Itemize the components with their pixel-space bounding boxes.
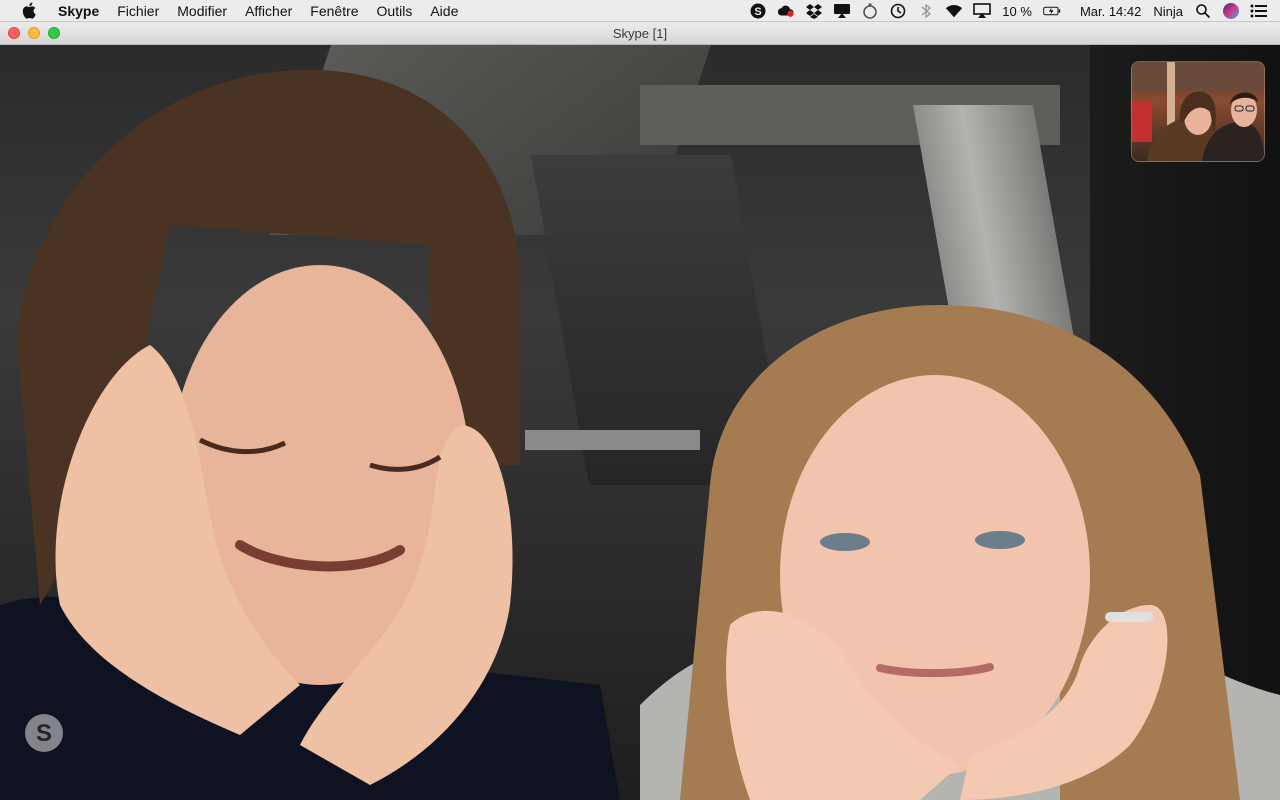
menu-bar-left: Skype Fichier Modifier Afficher Fenêtre …	[0, 0, 467, 22]
svg-text:S: S	[36, 720, 52, 747]
skype-logo-icon: S	[22, 711, 66, 755]
window-titlebar[interactable]: Skype [1]	[0, 22, 1280, 45]
siri-icon[interactable]	[1222, 2, 1240, 20]
menu-afficher[interactable]: Afficher	[236, 0, 301, 22]
menu-fichier[interactable]: Fichier	[108, 0, 168, 22]
creative-cloud-icon[interactable]	[777, 2, 795, 20]
battery-icon[interactable]	[1043, 2, 1061, 20]
menu-app-skype[interactable]: Skype	[52, 0, 108, 22]
self-view-thumbnail[interactable]	[1131, 61, 1265, 162]
battery-percent: 10 %	[1002, 3, 1032, 19]
timer-icon[interactable]	[861, 2, 879, 20]
menu-outils[interactable]: Outils	[368, 0, 422, 22]
menu-bar-right: S 10 % Mar. 14:42 Ninja	[744, 0, 1280, 22]
bluetooth-icon[interactable]	[917, 2, 935, 20]
airplay-display-icon[interactable]	[833, 2, 851, 20]
svg-text:S: S	[755, 6, 762, 18]
self-view-image	[1132, 62, 1264, 161]
dropbox-icon[interactable]	[805, 2, 823, 20]
wifi-icon[interactable]	[945, 2, 963, 20]
skype-icon[interactable]: S	[749, 2, 767, 20]
time-machine-icon[interactable]	[889, 2, 907, 20]
participant-left	[0, 69, 620, 800]
notification-center-icon[interactable]	[1250, 2, 1268, 20]
menu-clock[interactable]: Mar. 14:42	[1080, 4, 1141, 19]
airplay-icon[interactable]	[973, 2, 992, 20]
menu-modifier[interactable]: Modifier	[168, 0, 236, 22]
window-title: Skype [1]	[612, 26, 668, 41]
remote-video-feed[interactable]: S	[0, 45, 1280, 800]
apple-menu-icon[interactable]	[20, 2, 38, 20]
menu-bar: Skype Fichier Modifier Afficher Fenêtre …	[0, 0, 1280, 22]
spotlight-icon[interactable]	[1194, 2, 1212, 20]
menu-user[interactable]: Ninja	[1153, 4, 1183, 19]
menu-aide[interactable]: Aide	[421, 0, 467, 22]
menu-fenetre[interactable]: Fenêtre	[301, 0, 367, 22]
